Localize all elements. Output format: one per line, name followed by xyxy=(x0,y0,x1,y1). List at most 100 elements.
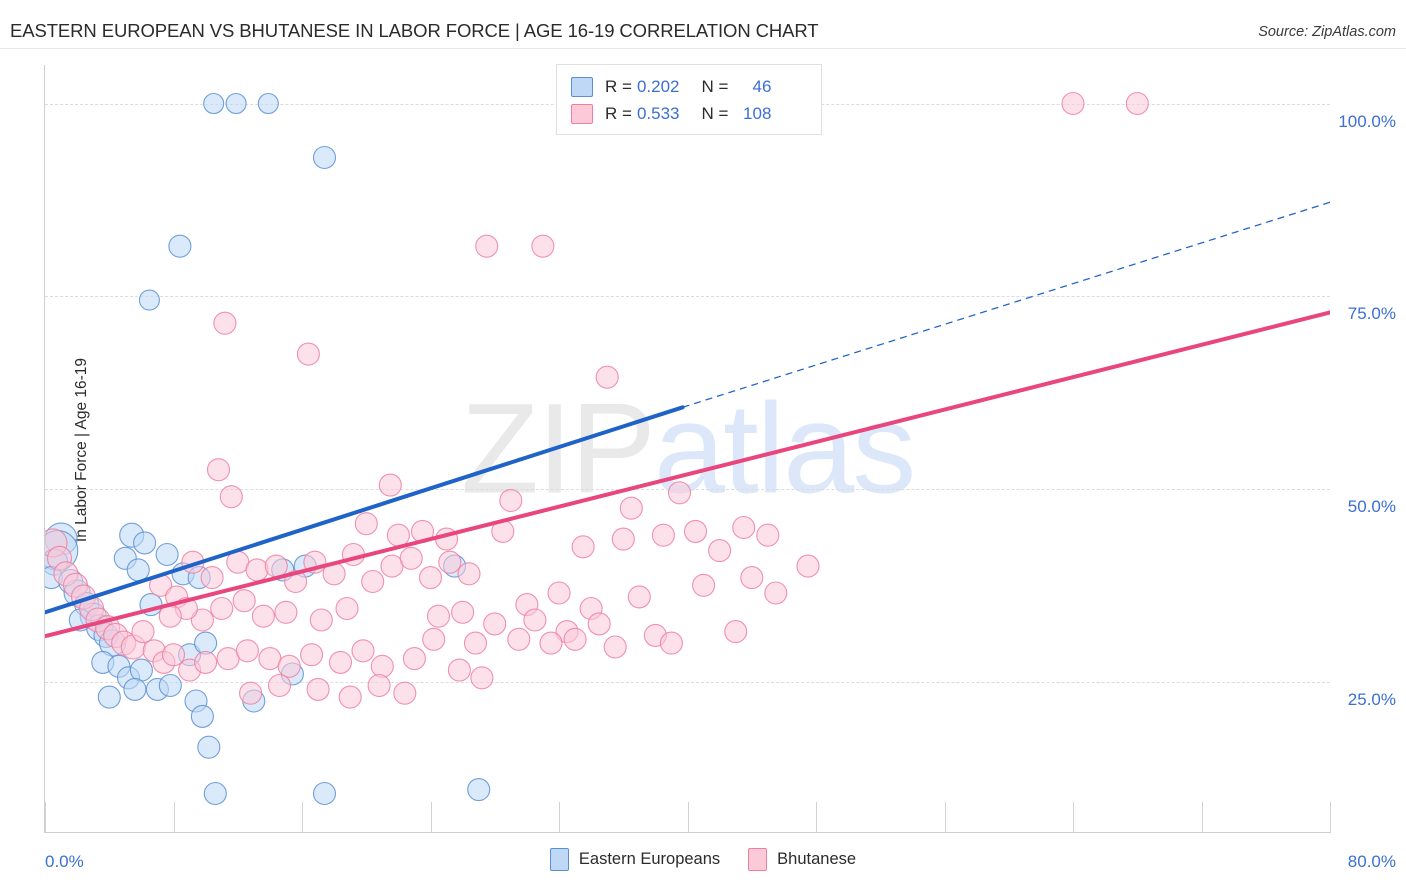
y-axis-title-wrap: In Labor Force | Age 16-19 xyxy=(0,300,90,600)
data-point xyxy=(531,234,555,258)
data-point xyxy=(309,608,333,632)
data-point xyxy=(422,627,446,651)
data-point xyxy=(351,639,375,663)
data-point xyxy=(133,531,157,555)
data-point xyxy=(367,673,391,698)
legend-item[interactable]: Eastern Europeans xyxy=(549,848,721,871)
r-value-2: 0.533 xyxy=(636,103,680,123)
chart-root: EASTERN EUROPEAN VS BHUTANESE IN LABOR F… xyxy=(0,0,1406,892)
data-point xyxy=(126,558,150,582)
r-value-1: 0.202 xyxy=(636,76,680,96)
data-point xyxy=(131,620,155,644)
x-axis-tick xyxy=(1330,802,1331,832)
legend-label: Bhutanese xyxy=(777,850,857,868)
legend-label: Eastern Europeans xyxy=(578,850,721,868)
data-point xyxy=(651,523,675,547)
plot-area: ZIPatlas xyxy=(45,65,1330,832)
x-axis-tick xyxy=(559,802,560,832)
data-point xyxy=(667,481,692,505)
data-point xyxy=(312,145,337,170)
x-axis-line xyxy=(44,832,1331,833)
y-axis-tick-label: 25.0% xyxy=(1347,689,1396,709)
data-point xyxy=(483,612,507,636)
x-axis-tick xyxy=(816,802,817,832)
series-swatch-eastern-europeans xyxy=(571,76,593,97)
data-point xyxy=(796,554,820,578)
data-point xyxy=(194,631,218,655)
data-point xyxy=(438,550,462,574)
correlation-row: R = 0.202 N = 46 xyxy=(571,73,809,100)
correlation-legend: R = 0.202 N = 46 R = 0.533 N = 108 xyxy=(556,64,822,135)
data-point xyxy=(361,569,385,594)
data-point xyxy=(155,542,179,567)
data-point xyxy=(587,612,611,636)
data-point xyxy=(386,523,410,547)
y-axis-tick-label: 75.0% xyxy=(1347,304,1396,324)
data-point xyxy=(457,562,481,586)
x-axis-tick xyxy=(687,802,689,832)
x-axis-tick xyxy=(944,802,946,832)
data-point xyxy=(563,627,587,651)
header-divider xyxy=(0,48,1406,49)
data-point xyxy=(418,566,443,590)
data-point xyxy=(194,650,218,674)
data-point xyxy=(539,631,563,655)
data-point xyxy=(306,677,330,701)
data-point xyxy=(756,523,780,547)
trend-line-projection xyxy=(682,201,1330,408)
data-point xyxy=(1125,91,1149,116)
data-point xyxy=(571,535,595,559)
r-label-2: R = xyxy=(605,103,632,123)
data-point xyxy=(467,778,491,802)
data-point xyxy=(426,604,451,628)
data-point xyxy=(354,512,378,536)
y-axis-tick-label: 50.0% xyxy=(1347,496,1396,516)
x-axis-tick xyxy=(1201,802,1203,832)
data-point xyxy=(338,685,362,709)
data-point xyxy=(764,581,788,605)
x-axis-tick xyxy=(173,802,175,832)
correlation-row: R = 0.533 N = 108 xyxy=(571,100,809,127)
data-point xyxy=(232,589,256,613)
legend-item[interactable]: Bhutanese xyxy=(748,848,856,871)
legend-swatch xyxy=(748,848,768,871)
data-point xyxy=(225,92,247,115)
data-point xyxy=(475,234,499,258)
data-point xyxy=(595,365,619,389)
data-point xyxy=(197,735,221,759)
data-point xyxy=(447,658,471,682)
trend-line xyxy=(45,310,1330,639)
data-point xyxy=(451,600,475,624)
data-point xyxy=(507,627,531,651)
data-point xyxy=(732,515,756,540)
legend-swatch xyxy=(549,848,569,871)
n-label-2: N = xyxy=(701,103,729,123)
data-point xyxy=(335,596,359,621)
series-swatch-bhutanese xyxy=(571,103,593,124)
data-point xyxy=(463,631,488,655)
data-point xyxy=(402,647,426,671)
data-point xyxy=(470,666,494,690)
data-point xyxy=(659,631,683,655)
data-point xyxy=(611,527,635,551)
data-point xyxy=(251,604,275,628)
data-point xyxy=(97,685,121,709)
data-point xyxy=(210,596,234,621)
data-point xyxy=(203,92,225,115)
data-point xyxy=(328,650,353,674)
data-point xyxy=(267,673,292,698)
data-point xyxy=(740,566,764,590)
x-axis-tick xyxy=(430,802,432,832)
data-point xyxy=(300,643,324,667)
x-axis-tick xyxy=(302,802,303,832)
data-point xyxy=(239,681,263,705)
data-point xyxy=(216,647,240,671)
data-point xyxy=(603,635,627,659)
data-point xyxy=(264,554,288,578)
source-attribution: Source: ZipAtlas.com xyxy=(1258,24,1396,40)
data-point xyxy=(312,781,337,806)
data-point xyxy=(393,681,417,705)
data-point xyxy=(158,673,182,698)
y-axis-tick-label: 100.0% xyxy=(1338,111,1396,131)
scatter-plot xyxy=(45,91,1330,806)
